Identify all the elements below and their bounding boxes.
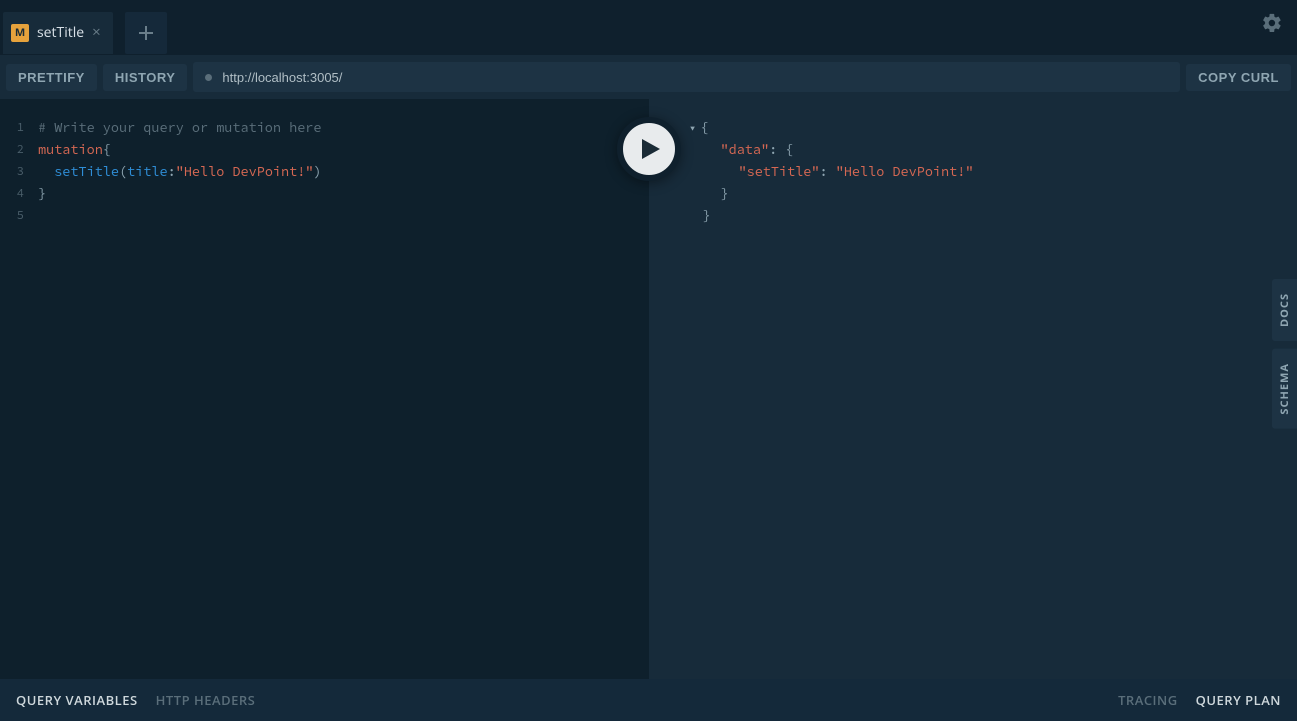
json-key: "data" [721, 141, 770, 158]
settings-button[interactable] [1261, 12, 1283, 39]
operation-badge: M [11, 24, 29, 42]
gear-icon [1261, 12, 1283, 34]
tab-tracing[interactable]: TRACING [1118, 691, 1178, 709]
side-tabs: DOCS SCHEMA [1272, 279, 1297, 437]
copy-curl-button[interactable]: COPY CURL [1186, 64, 1291, 91]
line-number: 3 [0, 161, 24, 183]
fold-caret-icon[interactable]: ▾ [689, 117, 697, 139]
code-indent [38, 163, 54, 180]
main-area: 1 2 3 4 5 # Write your query or mutation… [0, 99, 1297, 679]
code-paren: ) [313, 163, 321, 180]
json-colon: : [820, 163, 828, 180]
code-keyword: mutation [38, 141, 103, 158]
tab-query-plan[interactable]: QUERY PLAN [1196, 691, 1281, 709]
code-field: setTitle [54, 163, 119, 180]
json-brace: { [785, 141, 793, 158]
new-tab-button[interactable] [125, 12, 167, 54]
line-number: 2 [0, 139, 24, 161]
json-brace: } [721, 185, 729, 202]
code-brace: } [38, 185, 46, 202]
docs-tab[interactable]: DOCS [1272, 279, 1297, 341]
line-number: 1 [0, 117, 24, 139]
tab-query-variables[interactable]: QUERY VARIABLES [16, 691, 138, 709]
query-editor[interactable]: 1 2 3 4 5 # Write your query or mutation… [0, 99, 649, 679]
tab-http-headers[interactable]: HTTP HEADERS [156, 691, 256, 709]
code-comment: # Write your query or mutation here [38, 119, 322, 136]
close-icon[interactable]: × [92, 25, 101, 40]
code-colon: : [168, 163, 176, 180]
tab-bar: M setTitle × [0, 0, 1297, 55]
json-value: "Hello DevPoint!" [836, 163, 974, 180]
code-paren: ( [119, 163, 127, 180]
code-arg: title [127, 163, 168, 180]
line-gutter: 1 2 3 4 5 [0, 99, 30, 679]
execute-button[interactable] [617, 117, 681, 181]
json-brace: } [703, 207, 711, 224]
response-viewer[interactable]: ▾{"data": {"setTitle": "Hello DevPoint!"… [649, 99, 1297, 679]
endpoint-input[interactable] [222, 70, 1168, 85]
status-dot-icon [205, 74, 212, 81]
toolbar: PRETTIFY HISTORY COPY CURL [0, 55, 1297, 99]
tab-label: setTitle [37, 23, 84, 42]
code-area[interactable]: # Write your query or mutation here mutat… [30, 99, 649, 679]
line-number: 4 [0, 183, 24, 205]
footer-bar: QUERY VARIABLES HTTP HEADERS TRACING QUE… [0, 679, 1297, 721]
play-icon [640, 137, 662, 161]
tab-settitle[interactable]: M setTitle × [3, 12, 113, 54]
prettify-button[interactable]: PRETTIFY [6, 64, 97, 91]
code-string: "Hello DevPoint!" [176, 163, 314, 180]
json-brace: { [701, 119, 709, 136]
line-number: 5 [0, 205, 24, 227]
history-button[interactable]: HISTORY [103, 64, 188, 91]
json-key: "setTitle" [739, 163, 820, 180]
plus-icon [138, 25, 154, 41]
json-colon: : [769, 141, 777, 158]
schema-tab[interactable]: SCHEMA [1272, 349, 1297, 429]
code-brace: { [103, 141, 111, 158]
endpoint-bar [193, 62, 1180, 92]
